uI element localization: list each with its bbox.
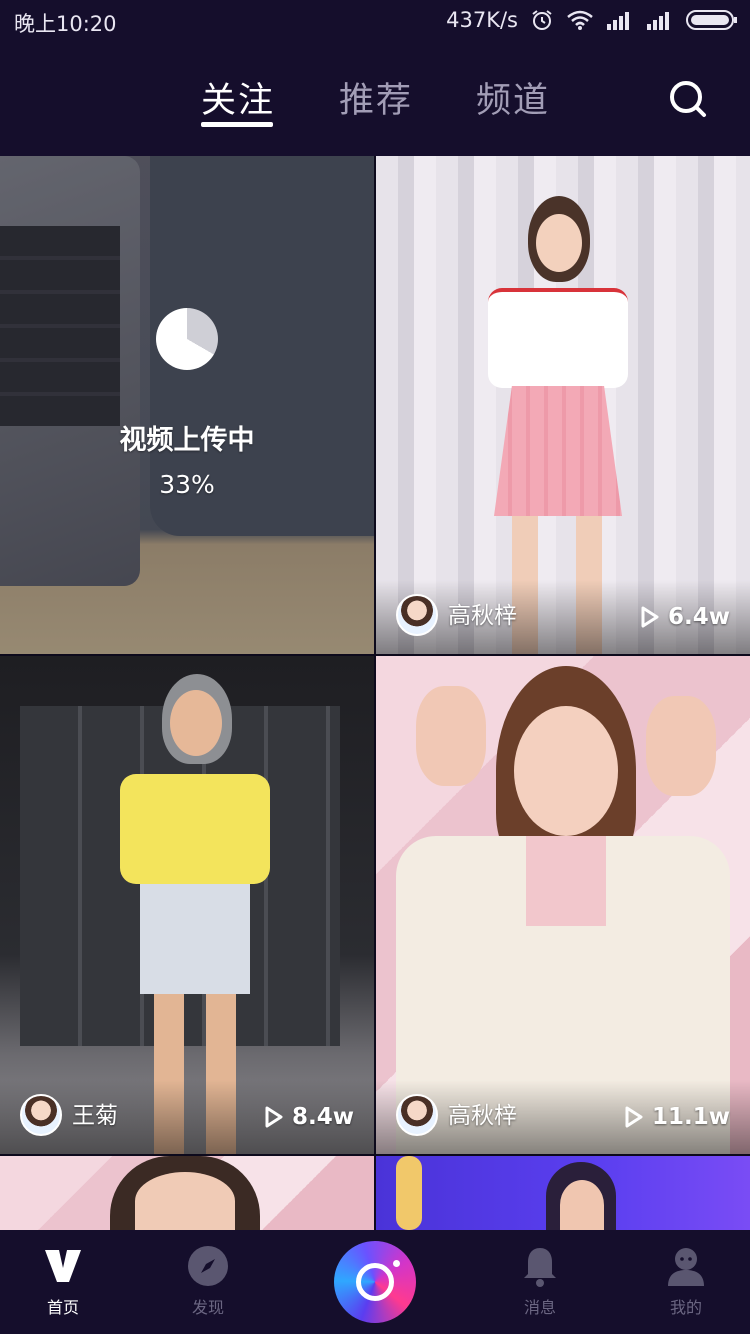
upload-overlay [0,156,374,654]
video-card[interactable] [0,1156,374,1230]
video-card[interactable]: 高秋梓 6.4w [376,156,750,654]
person-icon [668,1248,704,1286]
author-name[interactable]: 王菊 [72,1096,118,1130]
video-card[interactable]: 王菊 8.4w [0,656,374,1154]
upload-status-label: 视频上传中 [119,425,255,456]
video-meta: 高秋梓 6.4w [376,580,750,654]
nav-discover[interactable]: 发现 [158,1244,258,1318]
face-image [560,1180,604,1230]
play-icon [641,606,659,628]
signal-icon [647,12,669,30]
nav-home[interactable]: 首页 [13,1244,113,1318]
play-icon [625,1106,643,1128]
wifi-icon [567,10,593,30]
bell-icon [524,1248,556,1287]
view-count-value: 6.4w [668,604,730,630]
camera-record-icon [356,1263,394,1301]
nav-messages[interactable]: 消息 [490,1244,590,1318]
nav-discover-label: 发现 [191,1298,224,1317]
search-icon[interactable] [668,76,708,120]
top-nav: 关注 推荐 频道 [0,44,750,156]
battery-icon [686,10,737,30]
video-meta: 高秋梓 11.1w [376,1080,750,1154]
video-feed: 视频上传中 33% 高秋梓 6.4w 王菊 8.4w 高秋梓 11.1w [0,156,750,1230]
upload-progress: 33% [159,470,215,499]
view-count: 6.4w [640,604,730,630]
active-tab-indicator [201,122,273,127]
view-count-value: 11.1w [652,1104,730,1130]
avatar[interactable] [396,594,438,636]
tab-recommended[interactable]: 推荐 [339,72,413,123]
play-icon [265,1106,283,1128]
mic-stand-image [396,1156,422,1230]
nav-home-label: 首页 [46,1298,79,1317]
status-icons: 437K/s [446,8,738,32]
nav-profile[interactable]: 我的 [636,1244,736,1318]
alarm-icon [532,10,552,30]
avatar[interactable] [20,1094,62,1136]
tab-channels[interactable]: 频道 [476,72,550,123]
signal-icon [607,12,629,30]
status-time: 晚上10:20 [14,12,117,36]
status-bar: 晚上10:20 437K/s [0,0,750,44]
tab-following[interactable]: 关注 [201,72,275,123]
uploading-video-card: 视频上传中 33% [0,156,374,654]
face-image [135,1172,235,1230]
view-count: 8.4w [264,1104,354,1130]
video-card[interactable]: 高秋梓 11.1w [376,656,750,1154]
author-name[interactable]: 高秋梓 [448,1096,517,1130]
camera-record-button[interactable] [334,1241,416,1323]
nav-profile-label: 我的 [669,1298,702,1317]
avatar[interactable] [396,1094,438,1136]
video-meta: 王菊 8.4w [0,1080,374,1154]
upload-spinner-icon [156,308,218,370]
bottom-nav: 首页 发现 消息 我的 [0,1230,750,1334]
video-card[interactable] [376,1156,750,1230]
network-speed: 437K/s [446,8,518,32]
record-dot [393,1260,400,1267]
nav-messages-label: 消息 [523,1298,556,1317]
compass-icon [188,1246,228,1286]
view-count: 11.1w [624,1104,730,1130]
author-name[interactable]: 高秋梓 [448,596,517,630]
view-count-value: 8.4w [292,1104,354,1130]
v-logo-icon [45,1250,81,1282]
